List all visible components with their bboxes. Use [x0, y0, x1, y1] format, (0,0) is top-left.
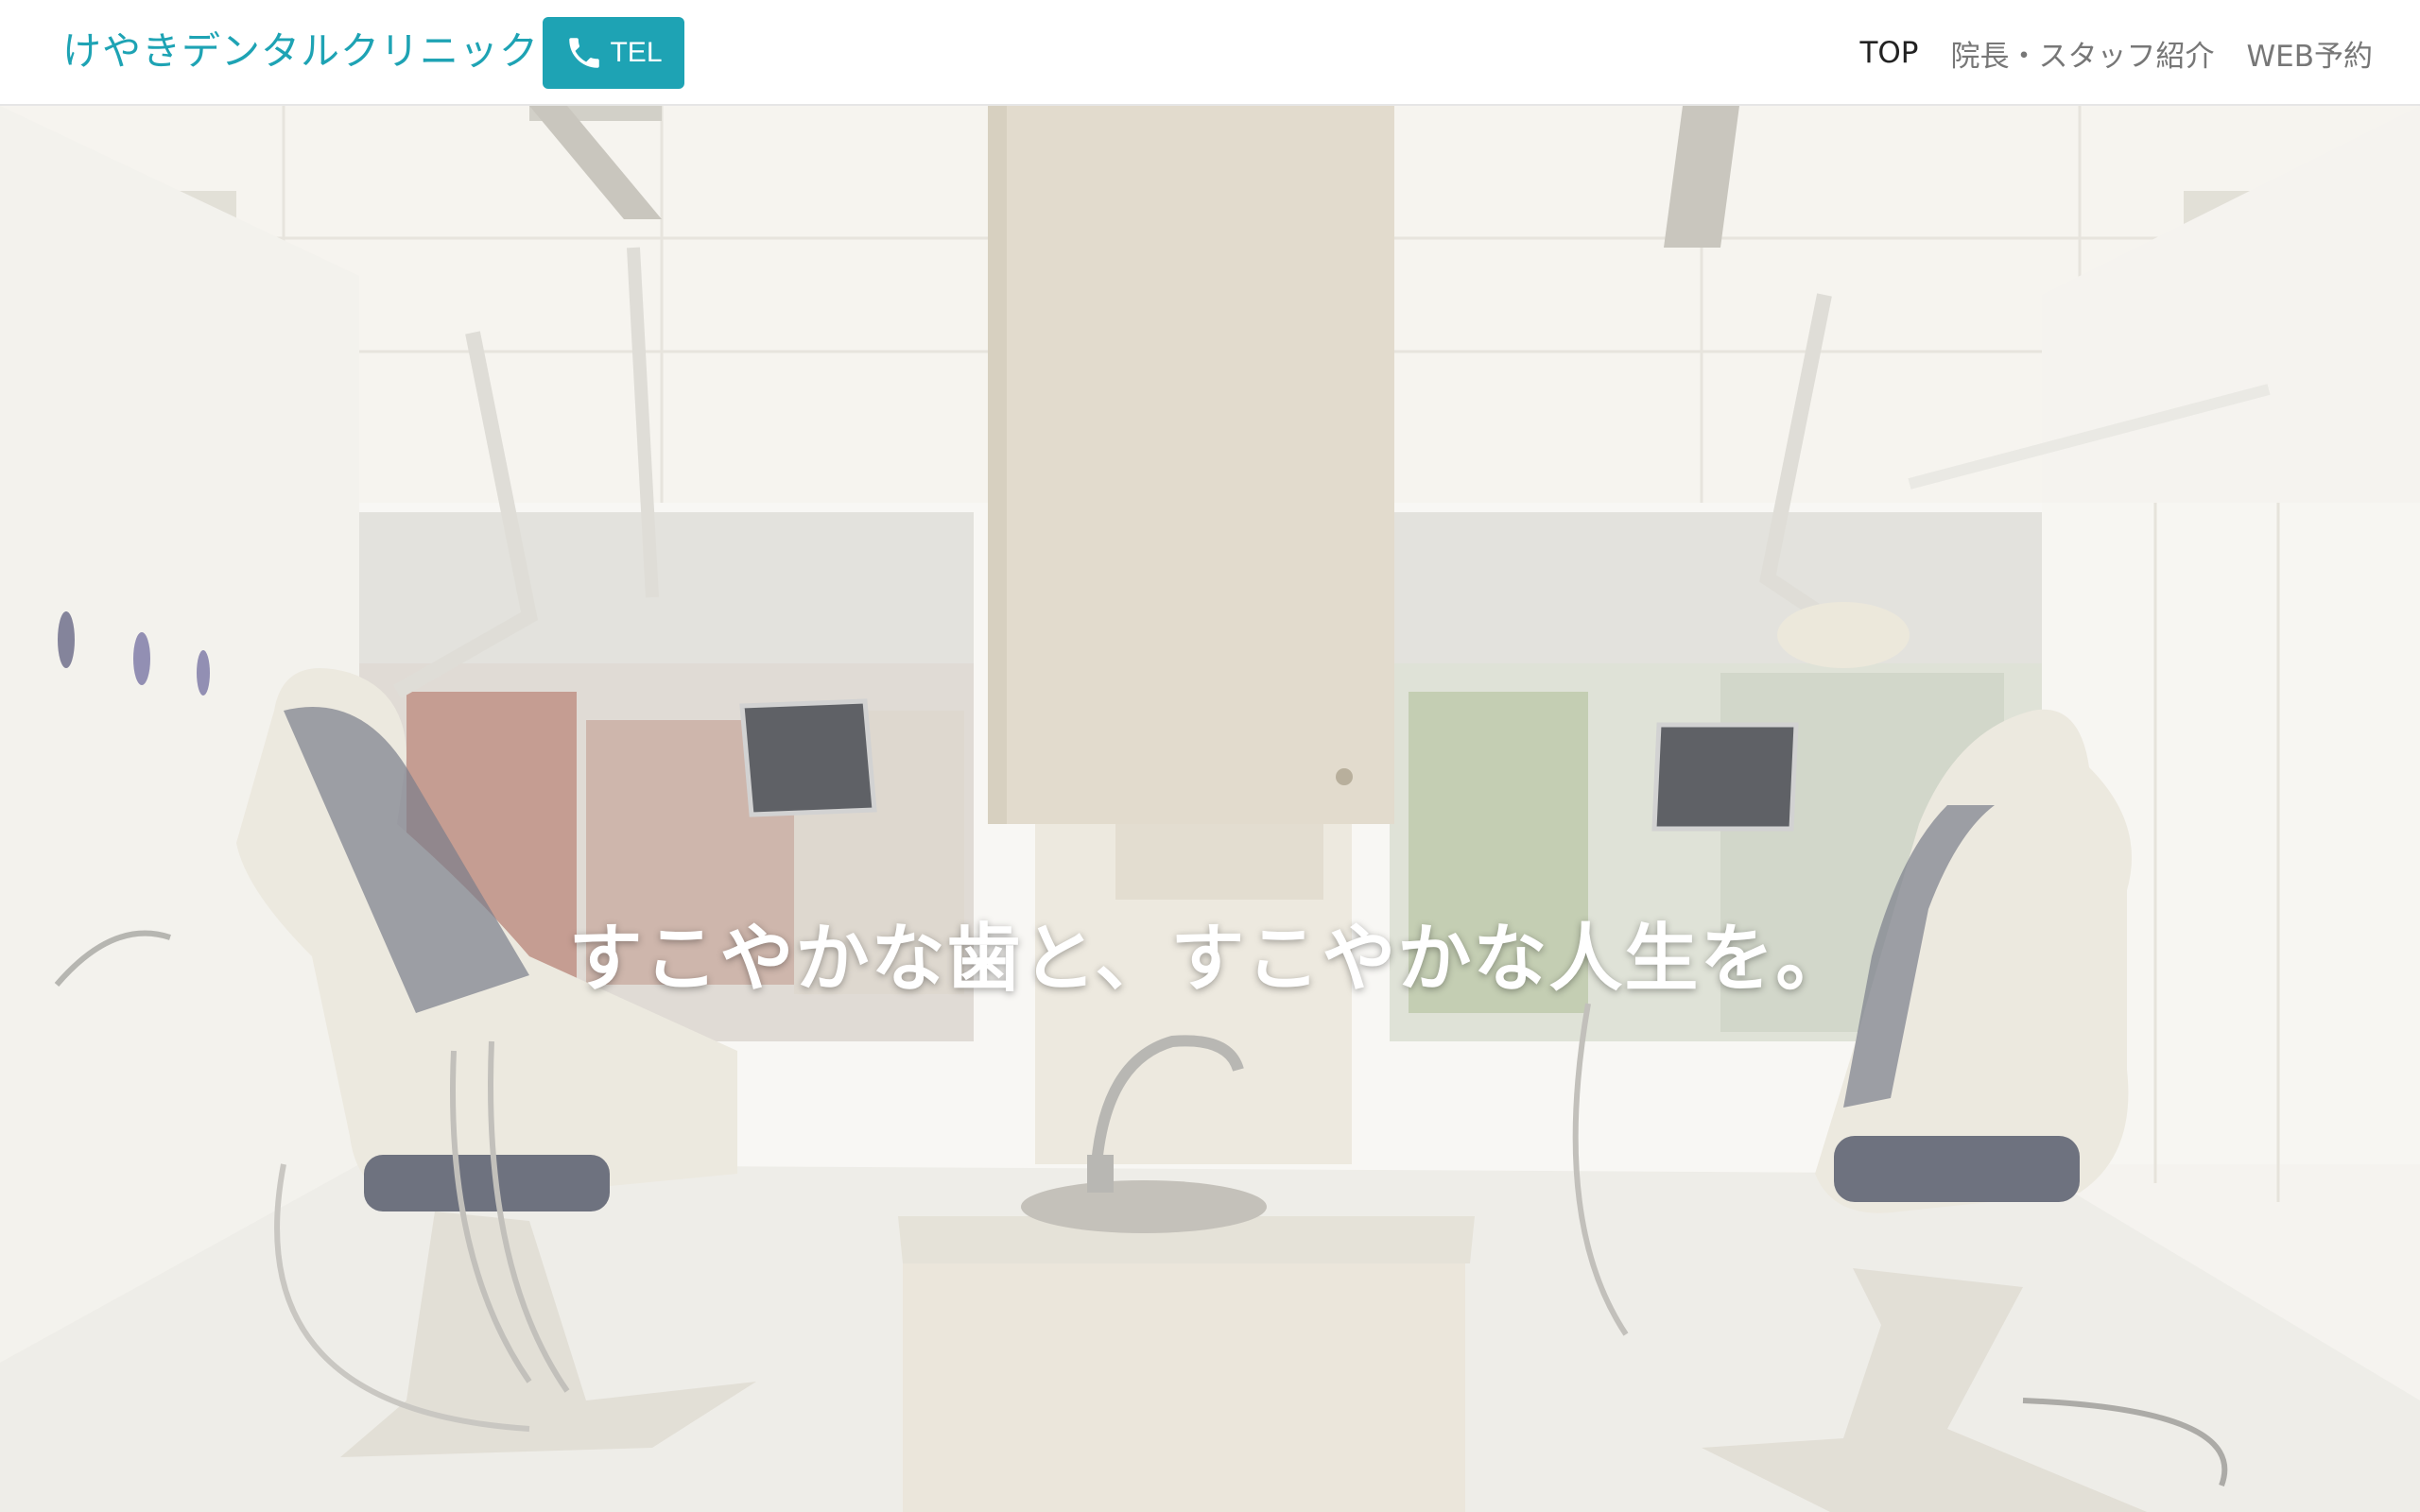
tel-button-label: TEL [610, 37, 663, 68]
tel-button[interactable]: TEL [543, 17, 684, 89]
nav-item-web-reservation[interactable]: WEB予約 [2246, 32, 2373, 75]
main-nav: TOP 院長・スタッフ紹介 WEB予約 [1859, 28, 2373, 77]
hero-overlay [0, 106, 2420, 1512]
hero-tagline: すこやかな歯と、すこやかな人生を。 [568, 917, 1852, 1002]
nav-item-top[interactable]: TOP [1859, 36, 1918, 70]
nav-item-staff[interactable]: 院長・スタッフ紹介 [1950, 32, 2214, 75]
hero-section: すこやかな歯と、すこやかな人生を。 [0, 106, 2420, 1512]
site-logo[interactable]: けやきデンタルクリニック [62, 25, 539, 77]
site-header: けやきデンタルクリニック TEL TOP 院長・スタッフ紹介 WEB予約 [0, 0, 2420, 106]
phone-icon [564, 33, 604, 73]
